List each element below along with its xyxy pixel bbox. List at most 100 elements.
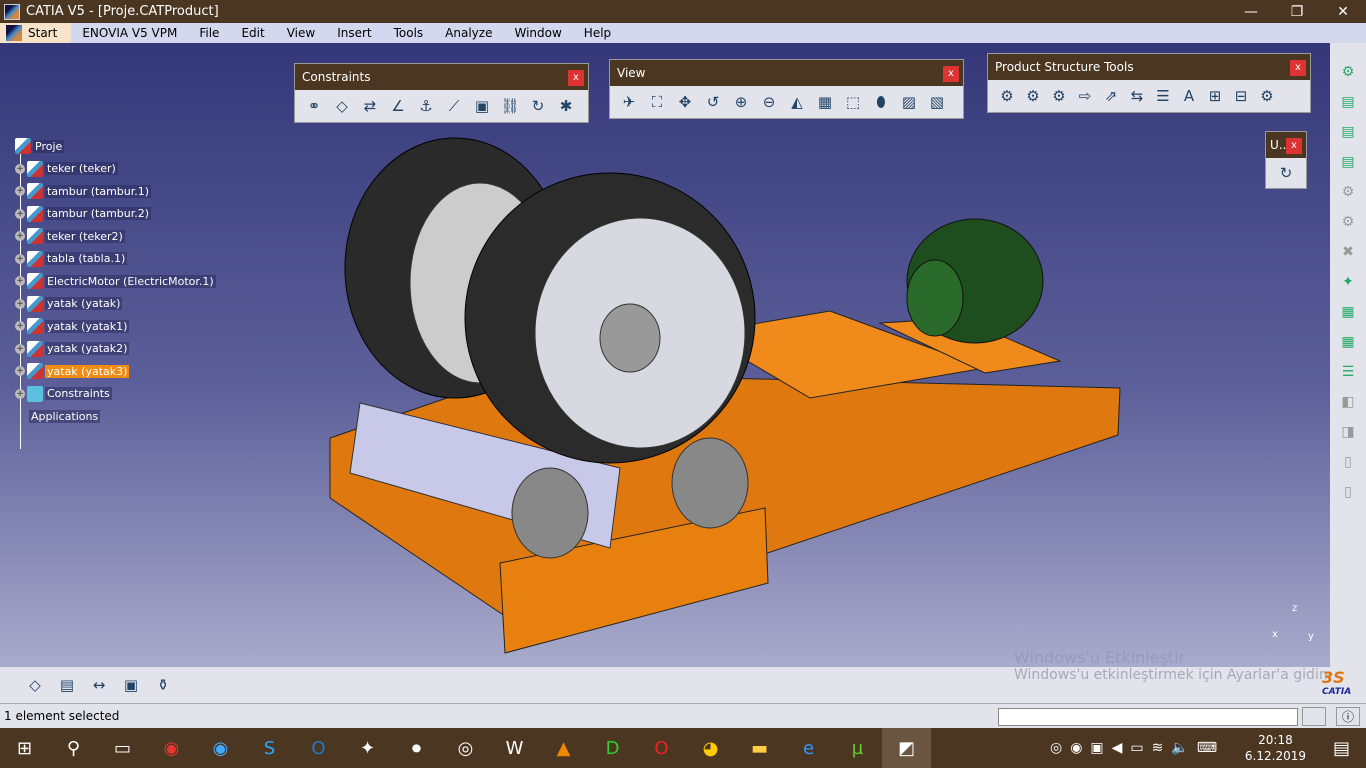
- clash-icon[interactable]: ⚙: [1337, 211, 1359, 233]
- app-icon[interactable]: ◉: [196, 728, 245, 768]
- existing-component-icon[interactable]: ⇨: [1074, 85, 1096, 107]
- scan-icon[interactable]: ▤: [56, 674, 78, 696]
- menu-help[interactable]: Help: [573, 26, 622, 40]
- task-view-icon[interactable]: ▭: [98, 728, 147, 768]
- text-icon[interactable]: ▯: [1337, 481, 1359, 503]
- selective-load-icon[interactable]: ⊞: [1204, 85, 1226, 107]
- explode-icon[interactable]: ⚙: [1337, 181, 1359, 203]
- annotation-icon[interactable]: ◧: [1337, 391, 1359, 413]
- zoom-out-icon[interactable]: ⊖: [758, 91, 780, 113]
- tree-item[interactable]: + ElectricMotor (ElectricMotor.1): [15, 270, 216, 293]
- 3d-viewport[interactable]: Proje + teker (teker) + tambur (tambur.1) …: [0, 43, 1330, 667]
- note-icon[interactable]: ▯: [1337, 451, 1359, 473]
- snap-icon[interactable]: ▤: [1337, 151, 1359, 173]
- normal-view-icon[interactable]: ◭: [786, 91, 808, 113]
- notifications-icon[interactable]: ▤: [1317, 728, 1366, 768]
- manage-representations-icon[interactable]: ⊟: [1230, 85, 1252, 107]
- menu-start[interactable]: Start: [0, 23, 72, 43]
- app-icon[interactable]: ✦: [343, 728, 392, 768]
- tree-item-constraints[interactable]: + Constraints: [15, 383, 216, 406]
- explorer-icon[interactable]: ▬: [735, 728, 784, 768]
- windows-start-icon[interactable]: ⊞: [0, 728, 49, 768]
- contact-icon[interactable]: ◇: [331, 95, 353, 117]
- edge-icon[interactable]: e: [784, 728, 833, 768]
- close-toolbar-button[interactable]: x: [1286, 138, 1302, 154]
- fit-all-icon[interactable]: ⛶: [646, 91, 668, 113]
- angle-icon[interactable]: ∠: [387, 95, 409, 117]
- tree-item[interactable]: + tabla (tabla.1): [15, 248, 216, 271]
- reuse-pattern-icon[interactable]: ⛓: [499, 95, 521, 117]
- hide-show-icon[interactable]: ▨: [898, 91, 920, 113]
- tree-root[interactable]: Proje: [15, 135, 216, 158]
- minimize-button[interactable]: —: [1228, 0, 1274, 23]
- matlab-icon[interactable]: ▲: [539, 728, 588, 768]
- graph-tree-reordering-icon[interactable]: ☰: [1152, 85, 1174, 107]
- measure-item-icon[interactable]: ▣: [120, 674, 142, 696]
- menu-analyze[interactable]: Analyze: [434, 26, 503, 40]
- expand-icon[interactable]: +: [15, 186, 25, 197]
- search-icon[interactable]: ⚲: [49, 728, 98, 768]
- coincidence-icon[interactable]: ⚭: [303, 95, 325, 117]
- pan-icon[interactable]: ✥: [674, 91, 696, 113]
- tree-item[interactable]: + tambur (tambur.1): [15, 180, 216, 203]
- close-toolbar-button[interactable]: x: [943, 66, 959, 82]
- fix-icon[interactable]: ⚓: [415, 95, 437, 117]
- tree-item[interactable]: + yatak (yatak): [15, 293, 216, 316]
- scene-icon[interactable]: ▦: [1337, 301, 1359, 323]
- opera-icon[interactable]: O: [637, 728, 686, 768]
- tray-icons[interactable]: ◎◉▣◀▭≋🔈⌨: [1050, 740, 1225, 756]
- zoom-in-icon[interactable]: ⊕: [730, 91, 752, 113]
- tree-item-applications[interactable]: Applications: [15, 405, 216, 428]
- expand-icon[interactable]: +: [15, 163, 25, 174]
- menu-enovia[interactable]: ENOVIA V5 VPM: [71, 26, 188, 40]
- chrome-icon[interactable]: ◕: [686, 728, 735, 768]
- info-button[interactable]: ⓘ: [1336, 707, 1360, 726]
- expand-icon[interactable]: +: [15, 276, 25, 287]
- menu-tools[interactable]: Tools: [383, 26, 435, 40]
- expand-icon[interactable]: +: [15, 366, 25, 377]
- new-component-icon[interactable]: ⚙: [996, 85, 1018, 107]
- existing-positioning-icon[interactable]: ⇗: [1100, 85, 1122, 107]
- sectioning-icon[interactable]: ✖: [1337, 241, 1359, 263]
- update-icon[interactable]: ↻: [1276, 162, 1296, 184]
- expand-icon[interactable]: +: [15, 298, 25, 309]
- close-button[interactable]: ✕: [1320, 0, 1366, 23]
- record-icon[interactable]: ⏺: [392, 728, 441, 768]
- expand-icon[interactable]: +: [15, 321, 25, 332]
- expand-icon[interactable]: +: [15, 388, 25, 399]
- maximize-button[interactable]: ❐: [1274, 0, 1320, 23]
- catia-task-icon[interactable]: ◩: [882, 728, 931, 768]
- multi-view-icon[interactable]: ▦: [814, 91, 836, 113]
- clock[interactable]: 20:18 6.12.2019: [1245, 732, 1306, 764]
- offset-icon[interactable]: ⇄: [359, 95, 381, 117]
- app-icon[interactable]: ◎: [441, 728, 490, 768]
- skype-icon[interactable]: S: [245, 728, 294, 768]
- command-input[interactable]: [998, 708, 1298, 726]
- tree-item[interactable]: + yatak (yatak2): [15, 338, 216, 361]
- replace-component-icon[interactable]: ⇆: [1126, 85, 1148, 107]
- expand-icon[interactable]: +: [15, 343, 25, 354]
- multi-instantiation-icon[interactable]: ⚙: [1256, 85, 1278, 107]
- close-toolbar-button[interactable]: x: [1290, 60, 1306, 76]
- new-part-icon[interactable]: ⚙: [1048, 85, 1070, 107]
- move-icon[interactable]: ▤: [1337, 121, 1359, 143]
- wb-icon[interactable]: W: [490, 728, 539, 768]
- quick-constraint-icon[interactable]: ▣: [471, 95, 493, 117]
- catalog-icon[interactable]: ◇: [24, 674, 46, 696]
- new-product-icon[interactable]: ⚙: [1022, 85, 1044, 107]
- tree-item[interactable]: + yatak (yatak1): [15, 315, 216, 338]
- close-toolbar-button[interactable]: x: [568, 70, 584, 86]
- bom-icon[interactable]: ▦: [1337, 331, 1359, 353]
- change-constraint-icon[interactable]: ↻: [527, 95, 549, 117]
- menu-window[interactable]: Window: [503, 26, 572, 40]
- measure-icon[interactable]: ☰: [1337, 361, 1359, 383]
- shading-icon[interactable]: ⬮: [870, 91, 892, 113]
- window-toggle-button[interactable]: [1302, 707, 1326, 726]
- measure-between-icon[interactable]: ↔: [88, 674, 110, 696]
- expand-icon[interactable]: +: [15, 231, 25, 242]
- expand-icon[interactable]: +: [15, 253, 25, 264]
- menu-view[interactable]: View: [276, 26, 326, 40]
- tree-item-selected[interactable]: + yatak (yatak3): [15, 360, 216, 383]
- d-icon[interactable]: D: [588, 728, 637, 768]
- menu-insert[interactable]: Insert: [326, 26, 382, 40]
